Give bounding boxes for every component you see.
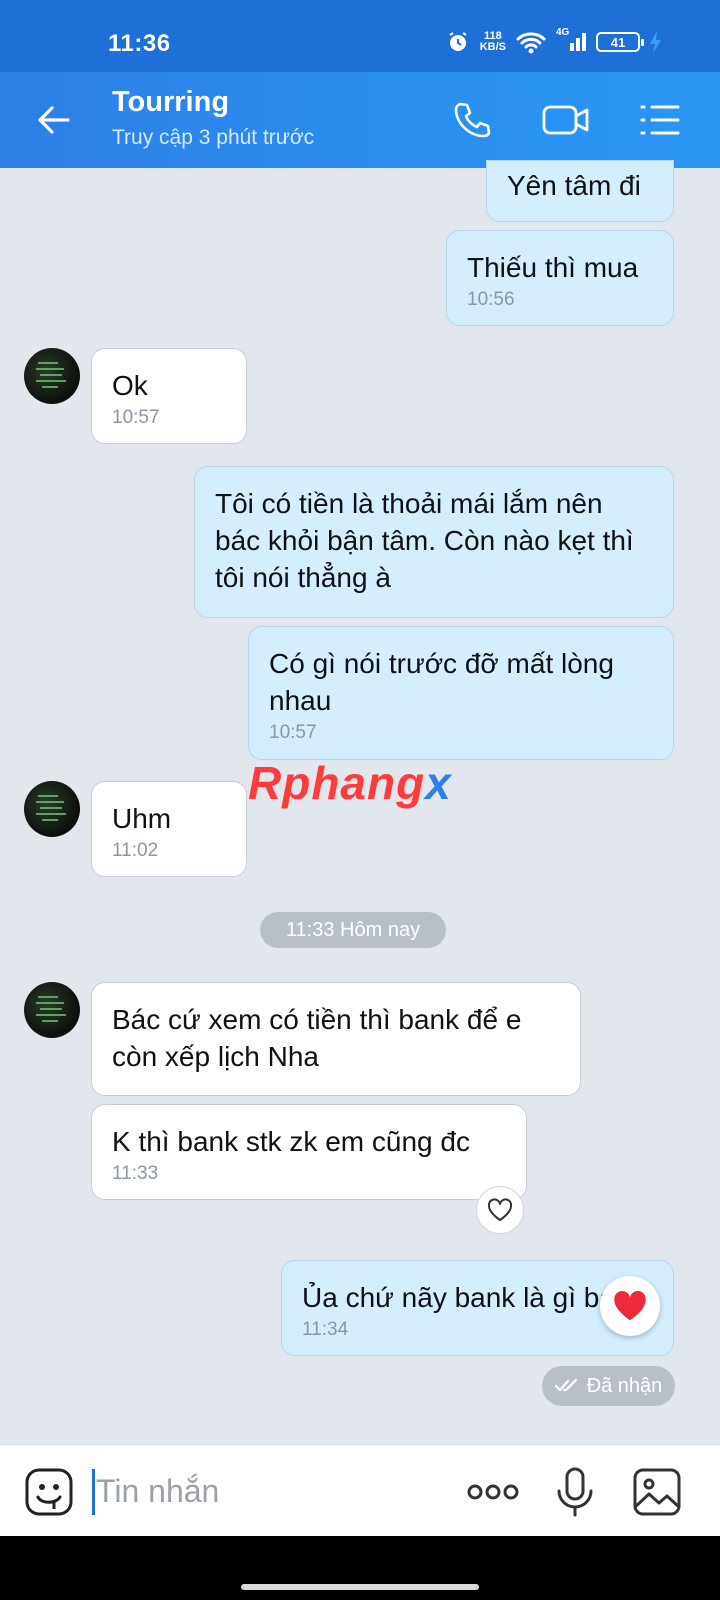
message-time: 11:02 bbox=[112, 840, 159, 861]
message-bubble-outgoing[interactable]: Tôi có tiền là thoải mái lắm nên bác khỏ… bbox=[194, 466, 674, 618]
watermark: Rphangx bbox=[248, 756, 452, 810]
microphone-icon[interactable] bbox=[550, 1467, 600, 1517]
reaction-badge[interactable] bbox=[600, 1276, 660, 1336]
heart-outline-icon bbox=[487, 1198, 513, 1221]
watermark-text: Rphang bbox=[248, 757, 426, 809]
watermark-text-accent: x bbox=[425, 757, 452, 809]
wifi-icon bbox=[516, 32, 546, 54]
text-cursor bbox=[92, 1469, 95, 1515]
message-input-bar: Tin nhắn bbox=[0, 1444, 720, 1536]
message-text: Ủa chứ nãy bank là gì bác bbox=[302, 1282, 629, 1313]
alarm-icon bbox=[449, 32, 467, 51]
message-bubble-outgoing[interactable]: Yên tâm đi bbox=[486, 160, 674, 222]
message-time: 10:56 bbox=[467, 289, 515, 310]
image-gallery-icon[interactable] bbox=[632, 1467, 682, 1517]
network-speed: 118 KB/S bbox=[480, 31, 506, 53]
message-time: 10:57 bbox=[269, 722, 317, 743]
status-bar: 11:36 118 KB/S 4G 41 bbox=[0, 0, 720, 72]
message-time: 11:34 bbox=[302, 1319, 349, 1340]
red-heart-icon bbox=[614, 1290, 646, 1321]
last-seen-status: Truy cập 3 phút trước bbox=[112, 126, 315, 149]
message-bubble-outgoing[interactable]: Có gì nói trước đỡ mất lòng nhau 10:57 bbox=[248, 626, 674, 760]
back-arrow-icon[interactable] bbox=[34, 100, 74, 140]
video-call-icon[interactable] bbox=[541, 98, 591, 142]
date-separator: 11:33 Hôm nay bbox=[260, 912, 446, 948]
charging-icon bbox=[650, 31, 661, 53]
status-time: 11:36 bbox=[108, 30, 171, 57]
more-options-icon[interactable] bbox=[466, 1467, 520, 1517]
network-speed-unit: KB/S bbox=[479, 41, 506, 53]
message-text: Có gì nói trước đỡ mất lòng nhau bbox=[269, 648, 614, 716]
message-text: Bác cứ xem có tiền thì bank để e còn xếp… bbox=[112, 1004, 522, 1072]
cellular-signal-icon: 4G bbox=[556, 27, 586, 51]
message-text: Ok bbox=[112, 370, 148, 401]
emoji-sticker-icon[interactable] bbox=[24, 1467, 74, 1517]
system-nav-bar bbox=[0, 1536, 720, 1600]
double-check-icon bbox=[554, 1378, 577, 1392]
battery-level: 41 bbox=[610, 34, 626, 50]
phone-icon[interactable] bbox=[450, 98, 494, 142]
contact-name[interactable]: Tourring bbox=[112, 86, 229, 119]
message-input[interactable]: Tin nhắn bbox=[96, 1473, 219, 1510]
message-text: Thiếu thì mua bbox=[467, 252, 639, 283]
message-text: K thì bank stk zk em cũng đc bbox=[112, 1126, 470, 1157]
contact-avatar[interactable] bbox=[24, 348, 80, 404]
message-bubble-incoming[interactable]: Uhm 11:02 bbox=[91, 781, 247, 877]
message-text: Yên tâm đi bbox=[507, 170, 641, 201]
delivery-status-text: Đã nhận bbox=[586, 1374, 663, 1397]
message-text: Uhm bbox=[112, 803, 172, 834]
battery-icon: 41 bbox=[596, 32, 644, 52]
message-time: 10:57 bbox=[112, 407, 160, 428]
delivery-status: Đã nhận bbox=[542, 1366, 675, 1406]
menu-list-icon[interactable] bbox=[638, 98, 682, 142]
contact-avatar[interactable] bbox=[24, 781, 80, 837]
message-bubble-incoming[interactable]: Bác cứ xem có tiền thì bank để e còn xếp… bbox=[91, 982, 581, 1096]
reaction-button[interactable] bbox=[476, 1186, 524, 1234]
message-time: 11:33 bbox=[112, 1163, 159, 1184]
home-gesture-handle[interactable] bbox=[241, 1584, 479, 1590]
status-icons: 118 KB/S 4G 41 bbox=[446, 27, 662, 54]
contact-avatar[interactable] bbox=[24, 982, 80, 1038]
message-bubble-outgoing[interactable]: Thiếu thì mua 10:56 bbox=[446, 230, 674, 326]
message-bubble-incoming[interactable]: Ok 10:57 bbox=[91, 348, 247, 444]
message-text: Tôi có tiền là thoải mái lắm nên bác khỏ… bbox=[215, 488, 634, 593]
message-bubble-incoming[interactable]: K thì bank stk zk em cũng đc 11:33 bbox=[91, 1104, 527, 1200]
chat-header: Tourring Truy cập 3 phút trước bbox=[0, 72, 720, 168]
network-type: 4G bbox=[556, 27, 570, 38]
